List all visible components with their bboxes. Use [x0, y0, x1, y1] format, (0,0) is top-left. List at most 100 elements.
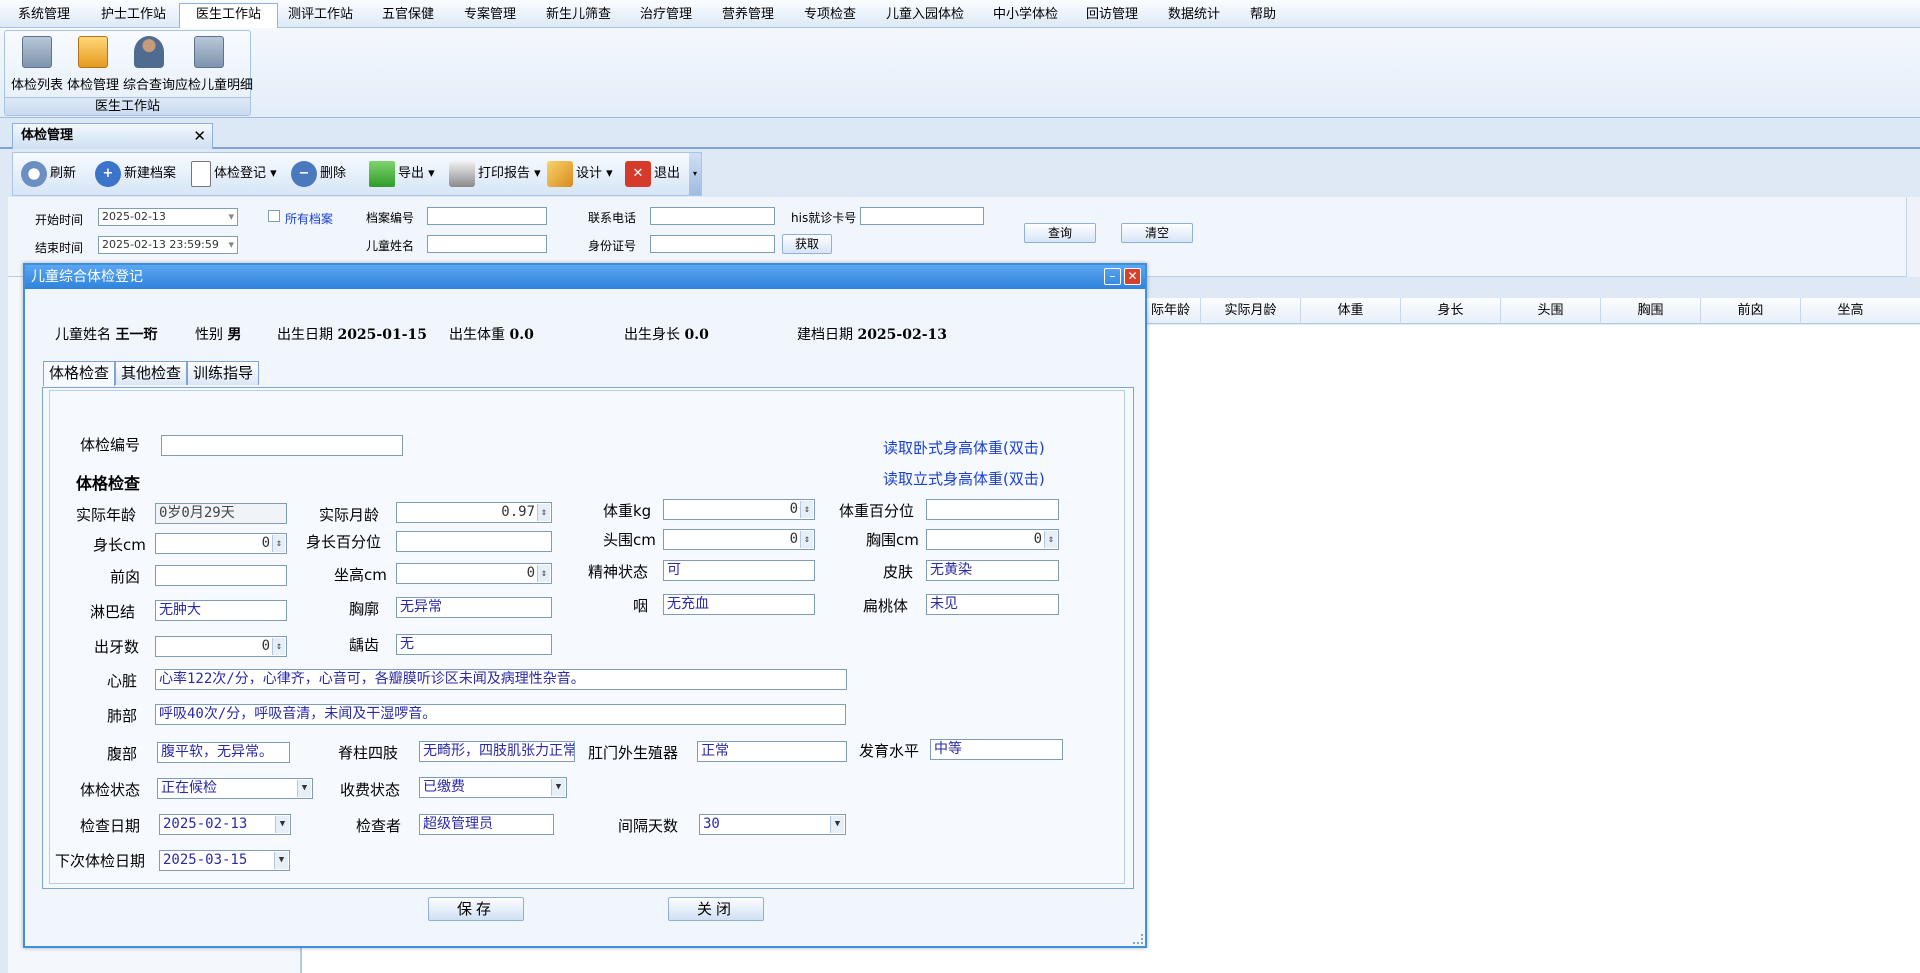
his-card-input[interactable]	[860, 207, 984, 225]
new-record-button[interactable]: + 新建档案	[95, 159, 176, 189]
tonsil-label: 扁桃体	[863, 597, 909, 615]
tab-other[interactable]: 其他检查	[115, 361, 188, 385]
menu-ent[interactable]: 五官保健	[366, 4, 450, 26]
refresh-button[interactable]: 刷新	[21, 159, 76, 189]
menu-special-exam[interactable]: 专项检查	[788, 4, 872, 26]
abdomen-input[interactable]: 腹平软，无异常。	[157, 742, 290, 763]
phone-input[interactable]	[650, 207, 775, 225]
resize-grip[interactable]	[1133, 934, 1143, 944]
tab-exam-manage[interactable]: 体检管理 ✕	[12, 123, 213, 149]
design-button[interactable]: 设计 ▾	[547, 159, 613, 189]
read-lying-link[interactable]: 读取卧式身高体重(双击)	[883, 437, 1045, 458]
tab-physical[interactable]: 体格检查	[43, 361, 116, 386]
weight-pct-input[interactable]	[926, 499, 1059, 520]
examiner-input[interactable]: 超级管理员	[419, 814, 554, 835]
clear-button[interactable]: 清空	[1121, 223, 1193, 243]
lymph-input[interactable]: 无肿大	[155, 600, 287, 621]
spine-input[interactable]: 无畸形，四肢肌张力正常	[419, 741, 575, 762]
col-fontanelle[interactable]: 前囟	[1700, 298, 1800, 324]
head-spinner[interactable]: 0	[663, 529, 815, 550]
exit-button[interactable]: ✕ 退出	[625, 159, 680, 189]
menu-followup[interactable]: 回访管理	[1070, 4, 1154, 26]
tonsil-input[interactable]: 未见	[926, 594, 1059, 615]
skin-input[interactable]: 无黄染	[926, 560, 1059, 581]
development-input[interactable]: 中等	[930, 739, 1063, 760]
close-button[interactable]: 关闭	[668, 897, 764, 921]
minimize-icon[interactable]: –	[1104, 268, 1121, 285]
filter-scrollbar[interactable]	[1906, 197, 1920, 277]
fontanelle-input[interactable]	[155, 565, 287, 586]
combined-query-button[interactable]: 综合查询	[121, 34, 177, 93]
menu-doctor[interactable]: 医生工作站	[179, 3, 279, 28]
menu-treatment[interactable]: 治疗管理	[624, 4, 708, 26]
next-exam-picker[interactable]: 2025-03-15 ▼	[159, 850, 290, 871]
record-no-input[interactable]	[427, 207, 547, 225]
menu-system[interactable]: 系统管理	[2, 4, 86, 26]
chevron-down-icon: ▼	[274, 852, 288, 869]
read-standing-link[interactable]: 读取立式身高体重(双击)	[883, 468, 1045, 489]
id-card-input[interactable]	[650, 235, 775, 253]
toolbar-overflow[interactable]: ▾	[689, 153, 701, 195]
menu-newborn[interactable]: 新生儿筛查	[530, 4, 627, 26]
month-spinner[interactable]: 0.97	[396, 502, 552, 523]
menu-kindergarten[interactable]: 儿童入园体检	[870, 4, 980, 26]
due-children-button[interactable]: 应检儿童明细	[175, 34, 253, 93]
col-head[interactable]: 头围	[1500, 298, 1600, 324]
child-name-input[interactable]	[427, 235, 547, 253]
heart-input[interactable]: 心率122次/分，心律齐，心音可，各瓣膜听诊区未闻及病理性杂音。	[155, 669, 847, 690]
throat-input[interactable]: 无充血	[663, 594, 815, 615]
chest-spinner[interactable]: 0	[926, 529, 1059, 550]
height-pct-input[interactable]	[396, 531, 552, 552]
col-chest[interactable]: 胸围	[1600, 298, 1700, 324]
chevron-down-icon: ▼	[551, 779, 565, 796]
menu-assessment[interactable]: 测评工作站	[272, 4, 369, 26]
exam-date-picker[interactable]: 2025-02-13 ▼	[159, 814, 291, 835]
menu-nutrition[interactable]: 营养管理	[706, 4, 790, 26]
col-sitting[interactable]: 坐高	[1800, 298, 1900, 324]
exam-register-button[interactable]: 体检登记 ▾	[191, 159, 277, 189]
exam-list-button[interactable]: 体检列表	[9, 34, 65, 93]
lung-label: 肺部	[107, 707, 138, 725]
menu-nurse[interactable]: 护士工作站	[85, 4, 182, 26]
close-icon[interactable]: ✕	[193, 124, 206, 148]
exam-status-select[interactable]: 正在候检 ▼	[157, 778, 313, 799]
spine-label: 脊柱四肢	[338, 744, 399, 762]
col-height[interactable]: 身长	[1400, 298, 1500, 324]
col-age[interactable]: 际年龄	[1140, 298, 1200, 324]
query-button[interactable]: 查询	[1024, 223, 1096, 243]
export-button[interactable]: 导出 ▾	[369, 159, 435, 189]
lung-input[interactable]: 呼吸40次/分，呼吸音清，未闻及干湿啰音。	[155, 704, 846, 725]
exam-no-input[interactable]	[161, 435, 403, 456]
menu-statistics[interactable]: 数据统计	[1152, 4, 1236, 26]
start-time-picker[interactable]: 2025-02-13 ▾	[98, 208, 238, 226]
exam-manage-button[interactable]: 体检管理	[65, 34, 121, 93]
fetch-button[interactable]: 获取	[782, 234, 832, 254]
menu-help[interactable]: 帮助	[1234, 4, 1292, 26]
age-input[interactable]: 0岁0月29天	[155, 503, 287, 524]
delete-button[interactable]: − 删除	[291, 159, 346, 189]
menu-special-case[interactable]: 专案管理	[448, 4, 532, 26]
lymph-label: 淋巴结	[90, 603, 136, 621]
height-spinner[interactable]: 0	[155, 533, 287, 554]
tab-training[interactable]: 训练指导	[187, 361, 260, 385]
weight-spinner[interactable]: 0	[663, 499, 815, 520]
fee-status-select[interactable]: 已缴费 ▼	[419, 777, 567, 798]
thorax-input[interactable]: 无异常	[396, 597, 552, 618]
interval-select[interactable]: 30 ▼	[699, 814, 846, 835]
print-report-button[interactable]: 打印报告 ▾	[449, 159, 541, 189]
save-button[interactable]: 保存	[428, 897, 524, 921]
genital-input[interactable]: 正常	[697, 741, 847, 762]
mental-input[interactable]: 可	[663, 560, 815, 581]
dialog-title-bar: 儿童综合体检登记 – ✕	[25, 265, 1145, 289]
col-weight[interactable]: 体重	[1300, 298, 1400, 324]
info-birth-length: 出生身长 0.0	[624, 327, 709, 343]
caries-input[interactable]: 无	[396, 634, 552, 655]
col-month[interactable]: 实际月龄	[1200, 298, 1300, 324]
sitting-height-spinner[interactable]: 0	[396, 563, 552, 584]
chevron-down-icon: ▾	[228, 238, 234, 251]
close-icon[interactable]: ✕	[1124, 268, 1141, 285]
all-records-checkbox[interactable]	[268, 210, 280, 222]
teeth-spinner[interactable]: 0	[155, 636, 287, 657]
end-time-picker[interactable]: 2025-02-13 23:59:59 ▾	[98, 236, 238, 254]
menu-school[interactable]: 中小学体检	[977, 4, 1074, 26]
